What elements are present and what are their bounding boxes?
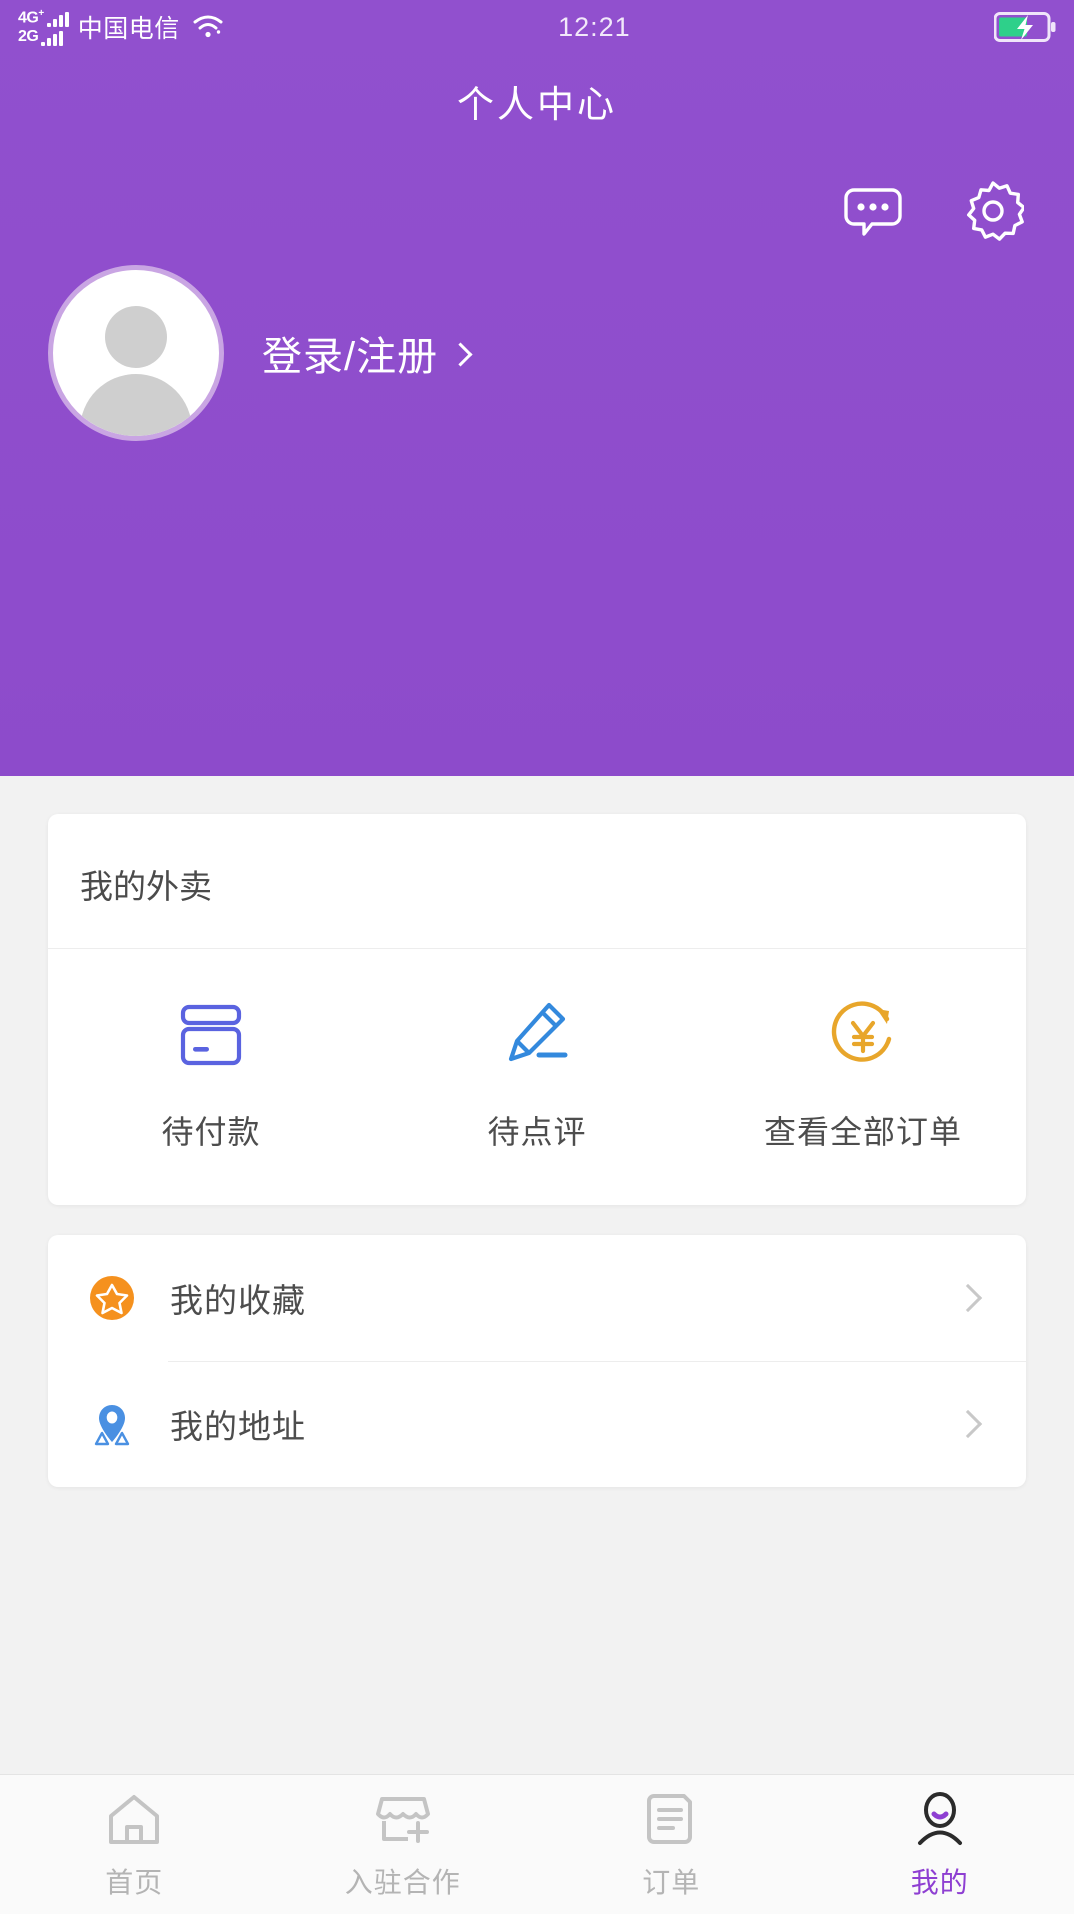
profile-header: 4G+ 2G 中国电信 12:21 个人中心 登录/注册 xyxy=(0,0,1074,776)
status-bar-left: 4G+ 2G 中国电信 xyxy=(18,8,225,46)
sim2-signal: 2G xyxy=(18,27,69,46)
order-status-label: 待点评 xyxy=(487,1114,587,1150)
signal-bars-icon xyxy=(41,31,64,46)
tab-label: 入驻合作 xyxy=(344,1866,461,1898)
tab-home[interactable]: 首页 xyxy=(0,1775,269,1914)
status-bar: 4G+ 2G 中国电信 12:21 xyxy=(0,0,1074,54)
order-status-all-orders[interactable]: 查看全部订单 xyxy=(700,993,1026,1153)
profile-block[interactable]: 登录/注册 xyxy=(48,265,473,441)
sim1-network-label: 4G+ xyxy=(18,7,44,26)
chevron-right-icon xyxy=(448,341,473,367)
wifi-icon xyxy=(191,13,225,41)
tab-orders[interactable]: 订单 xyxy=(537,1775,806,1914)
gear-icon[interactable] xyxy=(962,180,1026,242)
takeout-card: 我的外卖 待付款 待点评 查看全部订单 xyxy=(48,814,1026,1205)
battery-charging-icon xyxy=(994,12,1056,42)
chat-bubble-icon[interactable] xyxy=(842,180,904,242)
dual-sim-signal: 4G+ 2G xyxy=(18,8,69,46)
credit-card-icon xyxy=(169,993,253,1077)
main-content: 我的外卖 待付款 待点评 查看全部订单 我的收藏 我的地址 xyxy=(0,814,1074,1487)
star-favorite-icon xyxy=(86,1272,138,1324)
order-status-pending-payment[interactable]: 待付款 xyxy=(48,993,374,1153)
order-status-label: 查看全部订单 xyxy=(763,1114,962,1150)
order-status-label: 待付款 xyxy=(161,1114,261,1150)
order-list-icon xyxy=(640,1789,702,1851)
avatar-head-shape xyxy=(105,306,167,368)
link-row-favorites[interactable]: 我的收藏 xyxy=(48,1235,1026,1361)
default-avatar-icon[interactable] xyxy=(48,265,224,441)
takeout-card-title: 我的外卖 xyxy=(48,814,1026,949)
tab-label: 订单 xyxy=(642,1866,701,1898)
order-status-row: 待付款 待点评 查看全部订单 xyxy=(48,949,1026,1205)
person-icon xyxy=(909,1789,971,1851)
chevron-right-icon xyxy=(953,1283,983,1313)
tab-mine[interactable]: 我的 xyxy=(806,1775,1074,1914)
link-label: 我的地址 xyxy=(170,1408,306,1445)
yuan-refresh-icon xyxy=(821,993,905,1077)
status-bar-clock: 12:21 xyxy=(558,11,631,42)
order-status-pending-review[interactable]: 待点评 xyxy=(374,993,700,1153)
link-label: 我的收藏 xyxy=(170,1282,306,1319)
page-title: 个人中心 xyxy=(457,84,617,125)
bottom-tab-bar: 首页 入驻合作 订单 我的 xyxy=(0,1774,1074,1914)
location-pin-icon xyxy=(86,1398,138,1450)
chevron-right-icon xyxy=(953,1409,983,1439)
tab-label: 我的 xyxy=(910,1866,969,1898)
home-icon xyxy=(103,1789,165,1851)
header-action-buttons xyxy=(842,180,1026,242)
pencil-edit-icon xyxy=(495,993,579,1077)
login-register-button[interactable]: 登录/注册 xyxy=(262,324,473,382)
link-row-address[interactable]: 我的地址 xyxy=(48,1361,1026,1487)
avatar-body-shape xyxy=(80,374,192,436)
shop-add-icon xyxy=(372,1789,434,1851)
tab-label: 首页 xyxy=(105,1866,164,1898)
tab-merchant-partnership[interactable]: 入驻合作 xyxy=(269,1775,538,1914)
sim2-network-label: 2G xyxy=(18,28,39,45)
sim1-signal: 4G+ xyxy=(18,8,69,27)
links-card: 我的收藏 我的地址 xyxy=(48,1235,1026,1487)
signal-bars-icon xyxy=(46,12,69,27)
login-register-label: 登录/注册 xyxy=(262,335,439,379)
carrier-name: 中国电信 xyxy=(77,15,180,43)
